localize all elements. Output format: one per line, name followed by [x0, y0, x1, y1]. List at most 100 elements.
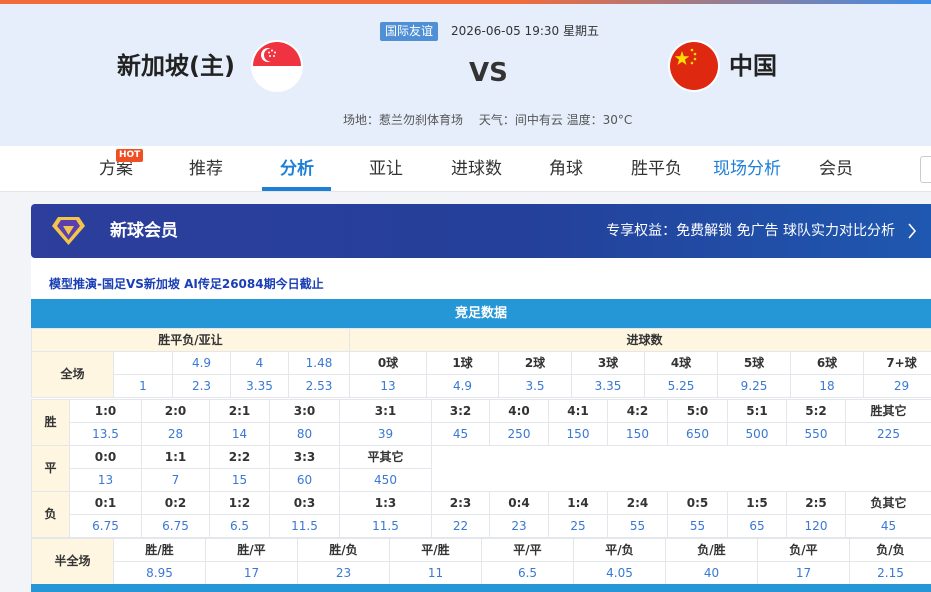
- score-odds[interactable]: 13: [69, 468, 142, 492]
- section-title: 竞足数据: [31, 299, 931, 328]
- score-label: 5:1: [727, 399, 787, 423]
- goal-odds[interactable]: 18: [790, 374, 864, 398]
- diamond-icon: [52, 215, 85, 246]
- halffull-odds[interactable]: 2.15: [849, 561, 931, 585]
- score-odds[interactable]: 250: [489, 422, 549, 446]
- score-odds[interactable]: 28: [141, 422, 210, 446]
- halffull-header: 平/负: [573, 538, 666, 562]
- score-label: 3:1: [339, 399, 432, 423]
- halffull-header: 平/平: [481, 538, 574, 562]
- halffull-odds[interactable]: 4.05: [573, 561, 666, 585]
- score-odds[interactable]: 7: [141, 468, 210, 492]
- odds-cell[interactable]: 1: [113, 374, 173, 398]
- score-odds[interactable]: 150: [548, 422, 608, 446]
- promo-link[interactable]: 模型推演-国足VS新加坡 AI传足26084期今日截止: [49, 276, 324, 292]
- score-label: 2:0: [141, 399, 210, 423]
- tab-live-analysis[interactable]: 现场分析: [713, 158, 781, 180]
- score-odds[interactable]: 11.5: [269, 514, 340, 538]
- match-header: 国际友谊 2026-06-05 19:30 星期五 新加坡(主) VS 中国 场…: [0, 4, 931, 146]
- tab-recommend[interactable]: 推荐: [189, 158, 223, 180]
- china-flag-icon[interactable]: [670, 42, 718, 90]
- score-odds[interactable]: 650: [667, 422, 728, 446]
- score-odds[interactable]: 23: [489, 514, 549, 538]
- score-odds[interactable]: 65: [727, 514, 787, 538]
- tab-member[interactable]: 会员: [819, 158, 853, 180]
- goal-label: 7+球: [862, 351, 931, 375]
- goal-label: 5球: [717, 351, 791, 375]
- score-odds[interactable]: 120: [786, 514, 846, 538]
- score-label: 1:2: [209, 491, 270, 515]
- score-odds[interactable]: 225: [845, 422, 931, 446]
- score-odds[interactable]: 15: [209, 468, 270, 492]
- score-odds[interactable]: 45: [431, 422, 490, 446]
- header-win-draw-handicap: 胜平负/亚让: [31, 328, 350, 352]
- score-odds[interactable]: 150: [607, 422, 668, 446]
- score-odds[interactable]: 450: [339, 468, 432, 492]
- goal-odds[interactable]: 3.35: [571, 374, 645, 398]
- goal-label: 3球: [571, 351, 645, 375]
- odds-cell[interactable]: 4.9: [172, 351, 231, 375]
- tab-analysis[interactable]: 分析: [280, 158, 314, 180]
- score-odds[interactable]: 6.75: [69, 514, 142, 538]
- halffull-odds[interactable]: 8.95: [113, 561, 206, 585]
- score-label: 0:0: [69, 445, 142, 469]
- singapore-flag-icon[interactable]: [253, 42, 301, 90]
- home-team-name[interactable]: 新加坡(主): [117, 48, 235, 84]
- member-rights[interactable]: 专享权益：免费解锁 免广告 球队实力对比分析: [606, 222, 895, 240]
- score-label: 0:1: [69, 491, 142, 515]
- halffull-odds[interactable]: 40: [665, 561, 758, 585]
- goal-odds[interactable]: 4.9: [426, 374, 499, 398]
- venue-text: 场地：惹兰勿刹体育场: [343, 113, 464, 127]
- score-odds[interactable]: 45: [845, 514, 931, 538]
- score-label: 2:2: [209, 445, 270, 469]
- goal-odds[interactable]: 9.25: [717, 374, 791, 398]
- halffull-odds[interactable]: 11: [389, 561, 482, 585]
- score-odds[interactable]: 500: [727, 422, 787, 446]
- halffull-odds[interactable]: 6.5: [481, 561, 574, 585]
- score-odds[interactable]: 22: [431, 514, 490, 538]
- score-label: 2:1: [209, 399, 270, 423]
- tab-goals[interactable]: 进球数: [451, 158, 502, 180]
- empty-area: [431, 445, 931, 492]
- goal-odds[interactable]: 5.25: [644, 374, 718, 398]
- chevron-right-icon[interactable]: [907, 222, 917, 240]
- score-odds[interactable]: 55: [607, 514, 668, 538]
- odds-cell[interactable]: 4: [230, 351, 289, 375]
- goal-odds[interactable]: 3.5: [498, 374, 572, 398]
- tab-corners[interactable]: 角球: [549, 158, 583, 180]
- score-label: 5:0: [667, 399, 728, 423]
- score-odds[interactable]: 6.75: [141, 514, 210, 538]
- score-odds[interactable]: 11.5: [339, 514, 432, 538]
- score-odds[interactable]: 6.5: [209, 514, 270, 538]
- away-team-name[interactable]: 中国: [729, 48, 777, 84]
- score-odds[interactable]: 13.5: [69, 422, 142, 446]
- odds-cell[interactable]: 3.35: [230, 374, 289, 398]
- halffull-header: 胜/平: [205, 538, 298, 562]
- hot-badge: HOT: [116, 149, 144, 162]
- odds-cell[interactable]: 2.53: [288, 374, 350, 398]
- odds-cell: [113, 351, 173, 375]
- halffull-odds[interactable]: 17: [757, 561, 850, 585]
- goal-odds[interactable]: 29: [862, 374, 931, 398]
- score-label: 负其它: [845, 491, 931, 515]
- score-odds[interactable]: 550: [786, 422, 846, 446]
- odds-cell[interactable]: 2.3: [172, 374, 231, 398]
- score-odds[interactable]: 60: [269, 468, 340, 492]
- venue-weather-line: 场地：惹兰勿刹体育场 天气：间中有云 温度：30°C: [343, 112, 644, 129]
- goal-odds[interactable]: 13: [349, 374, 427, 398]
- score-odds[interactable]: 25: [548, 514, 608, 538]
- league-badge[interactable]: 国际友谊: [380, 22, 439, 41]
- score-odds[interactable]: 80: [269, 422, 340, 446]
- tab-asian-handicap[interactable]: 亚让: [369, 158, 403, 180]
- member-banner[interactable]: 新球会员 专享权益：免费解锁 免广告 球队实力对比分析: [31, 204, 931, 258]
- score-label: 5:2: [786, 399, 846, 423]
- score-odds[interactable]: 55: [667, 514, 728, 538]
- tab-win-draw-loss[interactable]: 胜平负: [631, 158, 682, 180]
- odds-cell[interactable]: 1.48: [288, 351, 350, 375]
- score-odds[interactable]: 39: [339, 422, 432, 446]
- search-box[interactable]: [920, 156, 931, 183]
- score-label: 0:4: [489, 491, 549, 515]
- score-odds[interactable]: 14: [209, 422, 270, 446]
- halffull-odds[interactable]: 23: [297, 561, 390, 585]
- halffull-odds[interactable]: 17: [205, 561, 298, 585]
